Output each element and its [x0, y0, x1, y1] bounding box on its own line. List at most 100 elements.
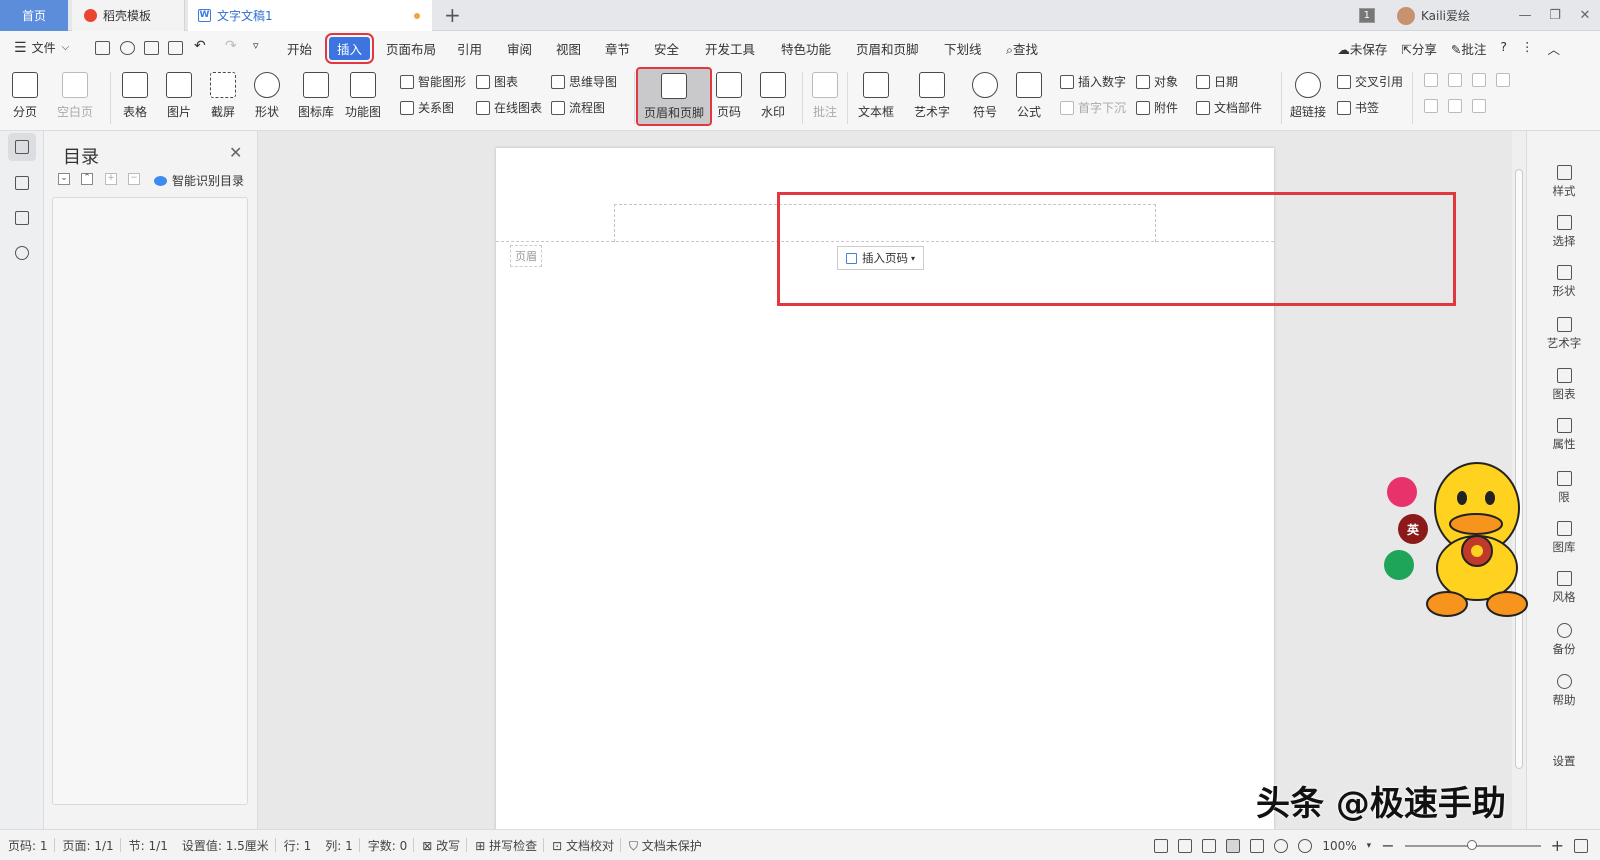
add-level-icon[interactable]: + — [105, 173, 117, 185]
layout-option-icon[interactable] — [1424, 99, 1442, 113]
outline-nav-button[interactable] — [8, 169, 36, 197]
status-pages[interactable]: 页面: 1/1 — [63, 837, 114, 854]
file-menu-button[interactable]: ☰ 文件 ⌵ — [14, 39, 69, 56]
page-break-button[interactable]: 分页 — [12, 72, 38, 120]
hyperlink-button[interactable]: 超链接 — [1290, 72, 1326, 120]
tab-home[interactable]: 首页 — [0, 0, 68, 31]
more-quick-icon[interactable]: ▿ — [253, 39, 259, 52]
proofread-button[interactable]: ⊡ 文档校对 — [552, 837, 614, 854]
menu-start[interactable]: 开始 — [287, 39, 312, 58]
document-page[interactable]: 页眉 插入页码 ▾ — [496, 148, 1456, 838]
tab-document[interactable]: W 文字文稿1 — [188, 0, 432, 31]
help-button[interactable]: ? — [1500, 39, 1507, 58]
user-name[interactable]: Kaili爱绘 — [1421, 7, 1470, 24]
flowchart-button[interactable]: 流程图 — [551, 99, 605, 116]
textbox-button[interactable]: 文本框 — [858, 72, 894, 120]
drop-cap-button[interactable]: 首字下沉 — [1060, 99, 1126, 116]
bookmark-nav-button[interactable] — [8, 204, 36, 232]
wordart-panel-button[interactable]: 艺术字 — [1527, 317, 1600, 351]
menu-security[interactable]: 安全 — [654, 39, 679, 58]
spell-check-button[interactable]: ⊞ 拼写检查 — [475, 837, 537, 854]
outline-view-icon[interactable] — [1250, 838, 1265, 853]
smart-shape-button[interactable]: 智能图形 — [400, 73, 466, 90]
bookmark-button[interactable]: 书签 — [1337, 99, 1379, 116]
status-page-number[interactable]: 页码: 1 — [8, 837, 48, 854]
backup-panel-button[interactable]: 备份 — [1527, 623, 1600, 657]
menu-developer[interactable]: 开发工具 — [705, 39, 755, 58]
status-words[interactable]: 字数: 0 — [368, 837, 408, 854]
layout-option-icon[interactable] — [1472, 99, 1490, 113]
menu-header-footer[interactable]: 页眉和页脚 — [856, 39, 919, 58]
remove-level-icon[interactable]: − — [128, 173, 140, 185]
web-view-icon[interactable] — [1274, 838, 1289, 853]
unsaved-button[interactable]: ☁未保存 — [1337, 39, 1387, 58]
emoji-bubble-icon[interactable] — [1387, 477, 1417, 507]
style-panel-button[interactable]: 样式 — [1527, 165, 1600, 199]
status-row[interactable]: 行: 1 — [284, 837, 312, 854]
header-footer-button[interactable]: 页眉和页脚 — [635, 67, 713, 126]
edit-mode-icon[interactable] — [1202, 838, 1217, 853]
menu-review[interactable]: 审阅 — [507, 39, 532, 58]
gallery-panel-button[interactable]: 图库 — [1527, 521, 1600, 555]
menu-reference[interactable]: 引用 — [457, 39, 482, 58]
menu-chapter[interactable]: 章节 — [605, 39, 630, 58]
layout-option-icon[interactable] — [1496, 73, 1514, 87]
language-bubble[interactable]: 英 — [1398, 514, 1428, 544]
eye-protection-icon[interactable] — [1298, 838, 1313, 853]
property-panel-button[interactable]: 属性 — [1527, 418, 1600, 452]
chart-button[interactable]: 图表 — [476, 73, 518, 90]
moon-bubble-icon[interactable] — [1384, 550, 1414, 580]
cross-ref-button[interactable]: 交叉引用 — [1337, 73, 1403, 90]
mindmap-button[interactable]: 思维导图 — [551, 73, 617, 90]
zoom-in-icon[interactable]: + — [1551, 836, 1564, 855]
object-button[interactable]: 对象 — [1136, 73, 1178, 90]
formula-button[interactable]: 公式 — [1016, 72, 1042, 120]
status-col[interactable]: 列: 1 — [325, 837, 353, 854]
table-button[interactable]: 表格 — [122, 72, 148, 120]
avatar[interactable] — [1396, 6, 1415, 25]
page-number-button[interactable]: 页码 — [716, 72, 742, 120]
insert-number-button[interactable]: 插入数字 — [1060, 73, 1126, 90]
print-preview-icon[interactable] — [168, 41, 183, 55]
zoom-level[interactable]: 100% — [1322, 839, 1356, 853]
toc-nav-button[interactable] — [8, 133, 36, 161]
select-panel-button[interactable]: 选择 — [1527, 215, 1600, 249]
layout-option-icon[interactable] — [1424, 73, 1442, 87]
theme-panel-button[interactable]: 风格 — [1527, 571, 1600, 605]
attachment-button[interactable]: 附件 — [1136, 99, 1178, 116]
format-painter-icon[interactable] — [120, 41, 135, 55]
menu-insert[interactable]: 插入 — [324, 33, 375, 64]
close-window-icon[interactable]: ✕ — [1570, 8, 1600, 23]
new-tab-button[interactable]: + — [444, 4, 461, 26]
status-setting[interactable]: 设置值: 1.5厘米 — [182, 837, 269, 854]
protect-status[interactable]: ⛉ 文档未保护 — [629, 837, 702, 854]
doc-parts-button[interactable]: 文档部件 — [1196, 99, 1262, 116]
function-chart-button[interactable]: 功能图 — [345, 72, 381, 120]
date-button[interactable]: 日期 — [1196, 73, 1238, 90]
zoom-out-icon[interactable]: − — [1381, 836, 1394, 855]
wordart-button[interactable]: 艺术字 — [914, 72, 950, 120]
print-icon[interactable] — [144, 41, 159, 55]
chart-panel-button[interactable]: 图表 — [1527, 368, 1600, 402]
menu-view[interactable]: 视图 — [556, 39, 581, 58]
online-chart-button[interactable]: 在线图表 — [476, 99, 542, 116]
collapse-ribbon-icon[interactable]: ︿ — [1547, 39, 1560, 58]
settings-panel-button[interactable]: 设置 — [1527, 753, 1600, 769]
fit-window-icon[interactable] — [1574, 838, 1588, 853]
blank-page-button[interactable]: 空白页 — [57, 72, 93, 120]
symbol-button[interactable]: 符号 — [972, 72, 998, 120]
zoom-slider[interactable] — [1404, 839, 1541, 850]
layout-option-icon[interactable] — [1472, 73, 1490, 87]
menu-underline[interactable]: 下划线 — [944, 39, 982, 58]
undo-icon[interactable]: ↶ — [194, 38, 206, 54]
fullscreen-icon[interactable] — [1154, 838, 1169, 853]
comment-menu-button[interactable]: ✎批注 — [1451, 39, 1487, 58]
watermark-button[interactable]: 水印 — [760, 72, 786, 120]
screenshot-button[interactable]: 截屏 — [210, 72, 236, 120]
status-section[interactable]: 节: 1/1 — [129, 837, 168, 854]
menu-page-layout[interactable]: 页面布局 — [386, 39, 436, 58]
close-icon[interactable]: ✕ — [229, 143, 242, 162]
picture-button[interactable]: 图片 — [166, 72, 192, 120]
layout-option-icon[interactable] — [1448, 73, 1466, 87]
share-button[interactable]: ⇱分享 — [1401, 39, 1437, 58]
